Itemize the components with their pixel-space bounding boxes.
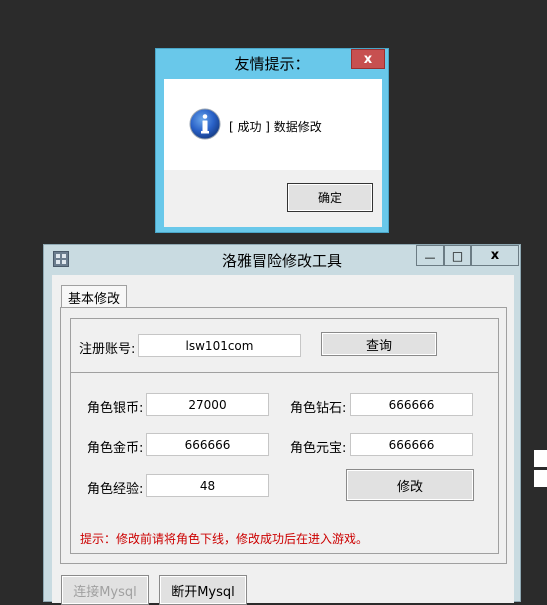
dialog-message-area: [ 成功 ] 数据修改	[164, 79, 382, 170]
ingot-label: 角色元宝:	[290, 441, 347, 456]
disconnect-mysql-button[interactable]: 断开Mysql	[159, 575, 247, 605]
groupbox: 注册账号: lsw101com 查询 角色银币: 27000 角色钻石: 666…	[70, 318, 499, 554]
dialog-close-button[interactable]: x	[351, 49, 385, 69]
info-icon	[189, 108, 221, 143]
maximize-icon: □	[451, 248, 464, 263]
gold-label: 角色金币:	[87, 441, 144, 456]
ok-button[interactable]: 确定	[287, 183, 373, 212]
close-button[interactable]: x	[471, 245, 519, 266]
exp-input[interactable]: 48	[146, 474, 269, 497]
modify-button[interactable]: 修改	[346, 469, 474, 501]
silver-label: 角色银币:	[87, 401, 144, 416]
account-label: 注册账号:	[79, 342, 136, 357]
tab-basic-modify[interactable]: 基本修改	[61, 285, 127, 308]
group-divider	[71, 372, 498, 373]
diamond-input[interactable]: 666666	[350, 393, 473, 416]
hint-text: 提示：修改前请将角色下线，修改成功后在进入游戏。	[80, 532, 369, 546]
success-dialog: 友情提示： x [ 成功 ] 数据修改 确定	[155, 48, 389, 233]
account-input[interactable]: lsw101com	[138, 334, 301, 357]
diamond-label: 角色钻石:	[290, 401, 347, 416]
tab-panel: 注册账号: lsw101com 查询 角色银币: 27000 角色钻石: 666…	[60, 307, 507, 564]
silver-input[interactable]: 27000	[146, 393, 269, 416]
connect-mysql-button[interactable]: 连接Mysql	[61, 575, 149, 605]
main-window: 洛雅冒险修改工具 — □ x 基本修改 注册账号: lsw101com 查询 角…	[43, 244, 521, 605]
client-area: 基本修改 注册账号: lsw101com 查询 角色银币: 27000 角色钻石…	[52, 275, 514, 605]
dialog-message: [ 成功 ] 数据修改	[229, 120, 322, 134]
minimize-button[interactable]: —	[416, 245, 444, 266]
maximize-button[interactable]: □	[444, 245, 471, 266]
desktop-edge-glyph	[532, 448, 547, 490]
exp-label: 角色经验:	[87, 482, 144, 497]
query-button[interactable]: 查询	[321, 332, 437, 356]
dialog-body: [ 成功 ] 数据修改 确定	[164, 79, 382, 227]
ingot-input[interactable]: 666666	[350, 433, 473, 456]
minimize-icon: —	[424, 251, 436, 264]
gold-input[interactable]: 666666	[146, 433, 269, 456]
